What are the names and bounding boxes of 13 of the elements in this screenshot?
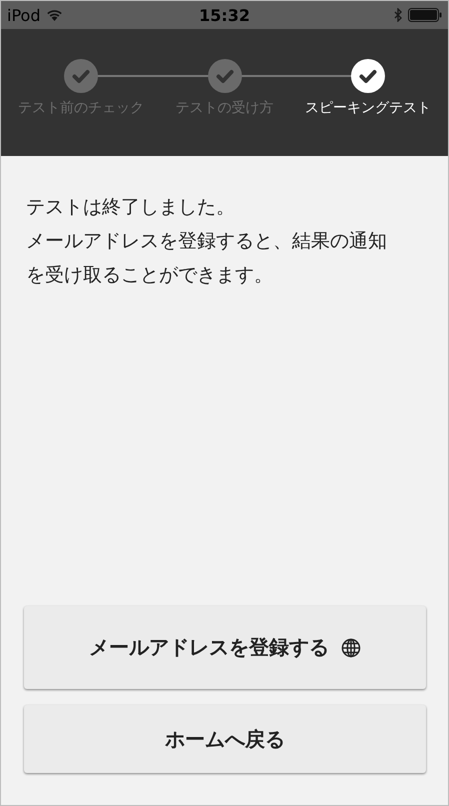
globe-icon (341, 638, 361, 658)
home-button[interactable]: ホームへ戻る (24, 705, 426, 773)
register-email-button[interactable]: メールアドレスを登録する (24, 606, 426, 689)
step-label: テスト前のチェック (18, 99, 144, 117)
wifi-icon (46, 9, 64, 21)
carrier-name: iPod (7, 6, 40, 24)
step-label: スピーキングテスト (305, 99, 432, 117)
message-text: テストは終了しました。 (26, 195, 236, 220)
status-time: 15:32 (199, 6, 250, 24)
message-text: メールアドレスを登録すると、結果の通知を受け取ることができます。 (26, 229, 388, 288)
bluetooth-icon (394, 8, 402, 22)
battery-icon (408, 8, 442, 22)
step-label: テストの受け方 (176, 99, 274, 117)
